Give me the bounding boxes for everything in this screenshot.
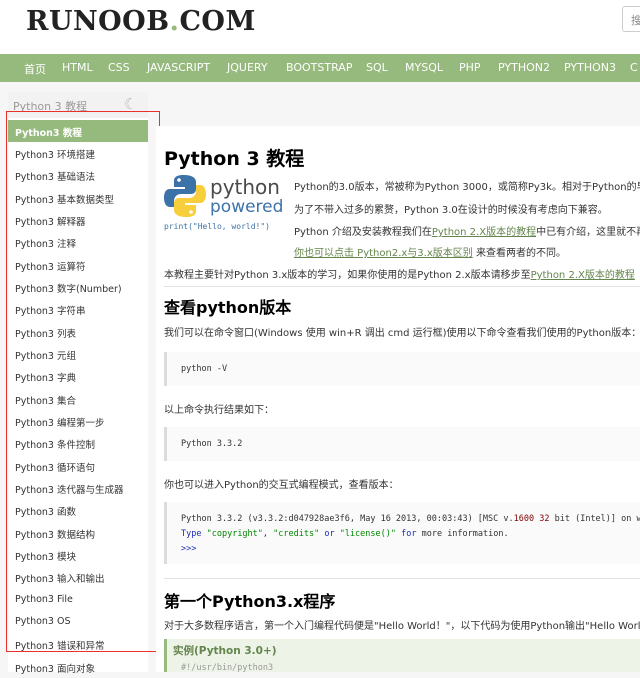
python-logo: python powered print("Hello, world!")	[164, 174, 286, 234]
nav-item-html[interactable]: HTML	[62, 61, 93, 74]
search-input[interactable]: 搜	[622, 6, 640, 32]
sidebar-item-functions[interactable]: Python3 函数	[8, 499, 148, 521]
intro-line-3-tail: 中已有介绍，这里就不再赘述。	[536, 227, 640, 238]
intro-line-4: 你也可以点击 Python2.x与3.x版本区别 来查看两者的不同。	[294, 244, 566, 259]
moon-icon[interactable]: ☾	[124, 95, 137, 113]
sidebar-item-io[interactable]: Python3 输入和输出	[8, 566, 148, 588]
heading-first-program: 第一个Python3.x程序	[164, 592, 336, 611]
python2-tutorial-link[interactable]: Python 2.X版本的教程	[432, 227, 536, 238]
example-box: 实例(Python 3.0+) #!/usr/bin/python3	[164, 639, 640, 672]
sidebar-item-tuple[interactable]: Python3 元组	[8, 343, 148, 365]
interactive-para: 你也可以进入Python的交互式编程模式，查看版本：	[164, 480, 399, 491]
nav-item-bootstrap[interactable]: BOOTSTRAP	[286, 61, 352, 74]
sidebar-item-interpreter[interactable]: Python3 解释器	[8, 209, 148, 231]
logo-tld: COM	[179, 6, 256, 37]
sidebar-item-set[interactable]: Python3 集合	[8, 388, 148, 410]
version-para: 我们可以在命令窗口(Windows 使用 win+R 调出 cmd 运行框)使用…	[164, 328, 640, 339]
example-label: 实例(Python 3.0+)	[173, 645, 277, 657]
intro-line-3-text: Python 介绍及安装教程我们在	[294, 227, 432, 238]
first-program-para: 对于大多数程序语言，第一个入门编程代码便是"Hello World！"，以下代码…	[164, 621, 640, 632]
nav-item-sql[interactable]: SQL	[366, 61, 388, 74]
intro-line-3: Python 介绍及安装教程我们在Python 2.X版本的教程中已有介绍，这里…	[294, 223, 640, 238]
sidebar-item-number[interactable]: Python3 数字(Number)	[8, 276, 148, 298]
sidebar-item-data-types[interactable]: Python3 基本数据类型	[8, 187, 148, 209]
result-para: 以上命令执行结果如下：	[164, 405, 274, 416]
sidebar-item-oop[interactable]: Python3 面向对象	[8, 656, 148, 678]
sidebar-item-comments[interactable]: Python3 注释	[8, 231, 148, 253]
python-snake-icon	[164, 175, 206, 217]
site-header: RUNOOB.COM 搜	[0, 0, 640, 54]
code-line-2: Type "copyright", "credits" or "license(…	[181, 529, 509, 539]
divider	[164, 286, 640, 287]
example-code-line: #!/usr/bin/python3	[181, 663, 274, 672]
code-block-version-cmd: python -V	[164, 352, 640, 386]
nav-item-python2[interactable]: PYTHON2	[498, 61, 550, 74]
code-line: python -V	[181, 364, 228, 374]
python2-tutorial-link-2[interactable]: Python 2.X版本的教程	[531, 270, 635, 281]
divider	[164, 578, 640, 579]
site-logo[interactable]: RUNOOB.COM	[26, 6, 256, 37]
main-intro-text: 本教程主要针对Python 3.x版本的学习，如果你使用的是Python 2.x…	[164, 270, 531, 281]
nav-item-c[interactable]: C	[630, 61, 638, 74]
sidebar-item-dict[interactable]: Python3 字典	[8, 365, 148, 387]
sidebar-item-list[interactable]: Python3 列表	[8, 321, 148, 343]
intro-line-1: Python的3.0版本，常被称为Python 3000，或简称Py3k。相对于…	[294, 182, 640, 193]
sidebar-item-operators[interactable]: Python3 运算符	[8, 254, 148, 276]
sidebar-item-conditionals[interactable]: Python3 条件控制	[8, 432, 148, 454]
sidebar-item-loops[interactable]: Python3 循环语句	[8, 455, 148, 477]
nav-item-mysql[interactable]: MYSQL	[405, 61, 443, 74]
sidebar-item-first-steps[interactable]: Python3 编程第一步	[8, 410, 148, 432]
sidebar: Python 3 教程 ☾ Python3 教程 Python3 环境搭建 Py…	[8, 92, 148, 675]
logo-dot: .	[169, 6, 180, 37]
sidebar-item-basic-syntax[interactable]: Python3 基础语法	[8, 164, 148, 186]
sidebar-item-errors[interactable]: Python3 错误和异常	[8, 633, 148, 655]
logo-text: RUNOOB	[26, 6, 170, 37]
sidebar-item-modules[interactable]: Python3 模块	[8, 544, 148, 566]
nav-item-javascript[interactable]: JAVASCRIPT	[147, 61, 210, 74]
logo-word-powered: powered	[210, 197, 284, 217]
nav-item-jquery[interactable]: JQUERY	[227, 61, 268, 74]
logo-word-python: python	[210, 175, 280, 199]
page-title: Python 3 教程	[164, 148, 305, 170]
code-block-version-output: Python 3.3.2	[164, 427, 640, 461]
top-nav: 首页 HTML CSS JAVASCRIPT JQUERY BOOTSTRAP …	[0, 54, 640, 82]
main-intro-para: 本教程主要针对Python 3.x版本的学习，如果你使用的是Python 2.x…	[164, 266, 635, 281]
nav-item-home[interactable]: 首页	[24, 61, 46, 77]
main-content: Python 3 教程 python powered print("Hello,…	[156, 126, 640, 672]
logo-code-caption: print("Hello, world!")	[164, 222, 270, 231]
nav-item-css[interactable]: CSS	[108, 61, 130, 74]
sidebar-header: Python 3 教程 ☾	[8, 92, 148, 118]
heading-check-version: 查看python版本	[164, 298, 292, 317]
intro-line-4-tail: 来查看两者的不同。	[472, 248, 566, 259]
sidebar-title: Python 3 教程	[13, 100, 88, 113]
intro-line-2: 为了不带入过多的累赘，Python 3.0在设计的时候没有考虑向下兼容。	[294, 205, 608, 216]
sidebar-item-iterators[interactable]: Python3 迭代器与生成器	[8, 477, 148, 499]
nav-item-python3[interactable]: PYTHON3	[564, 61, 616, 74]
sidebar-item-environment[interactable]: Python3 环境搭建	[8, 142, 148, 164]
code-line-1: Python 3.3.2 (v3.3.2:d047928ae3f6, May 1…	[181, 514, 640, 524]
sidebar-item-string[interactable]: Python3 字符串	[8, 298, 148, 320]
sidebar-item-os[interactable]: Python3 OS	[8, 611, 148, 633]
code-block-interactive: Python 3.3.2 (v3.3.2:d047928ae3f6, May 1…	[164, 502, 640, 564]
sidebar-item-python3-tutorial[interactable]: Python3 教程	[8, 120, 148, 142]
sidebar-item-file[interactable]: Python3 File	[8, 589, 148, 611]
nav-item-php[interactable]: PHP	[459, 61, 481, 74]
version-diff-link[interactable]: 你也可以点击 Python2.x与3.x版本区别	[294, 248, 473, 259]
sidebar-item-data-structures[interactable]: Python3 数据结构	[8, 522, 148, 544]
code-line: Python 3.3.2	[181, 439, 243, 449]
code-line-3: >>>	[181, 544, 197, 554]
